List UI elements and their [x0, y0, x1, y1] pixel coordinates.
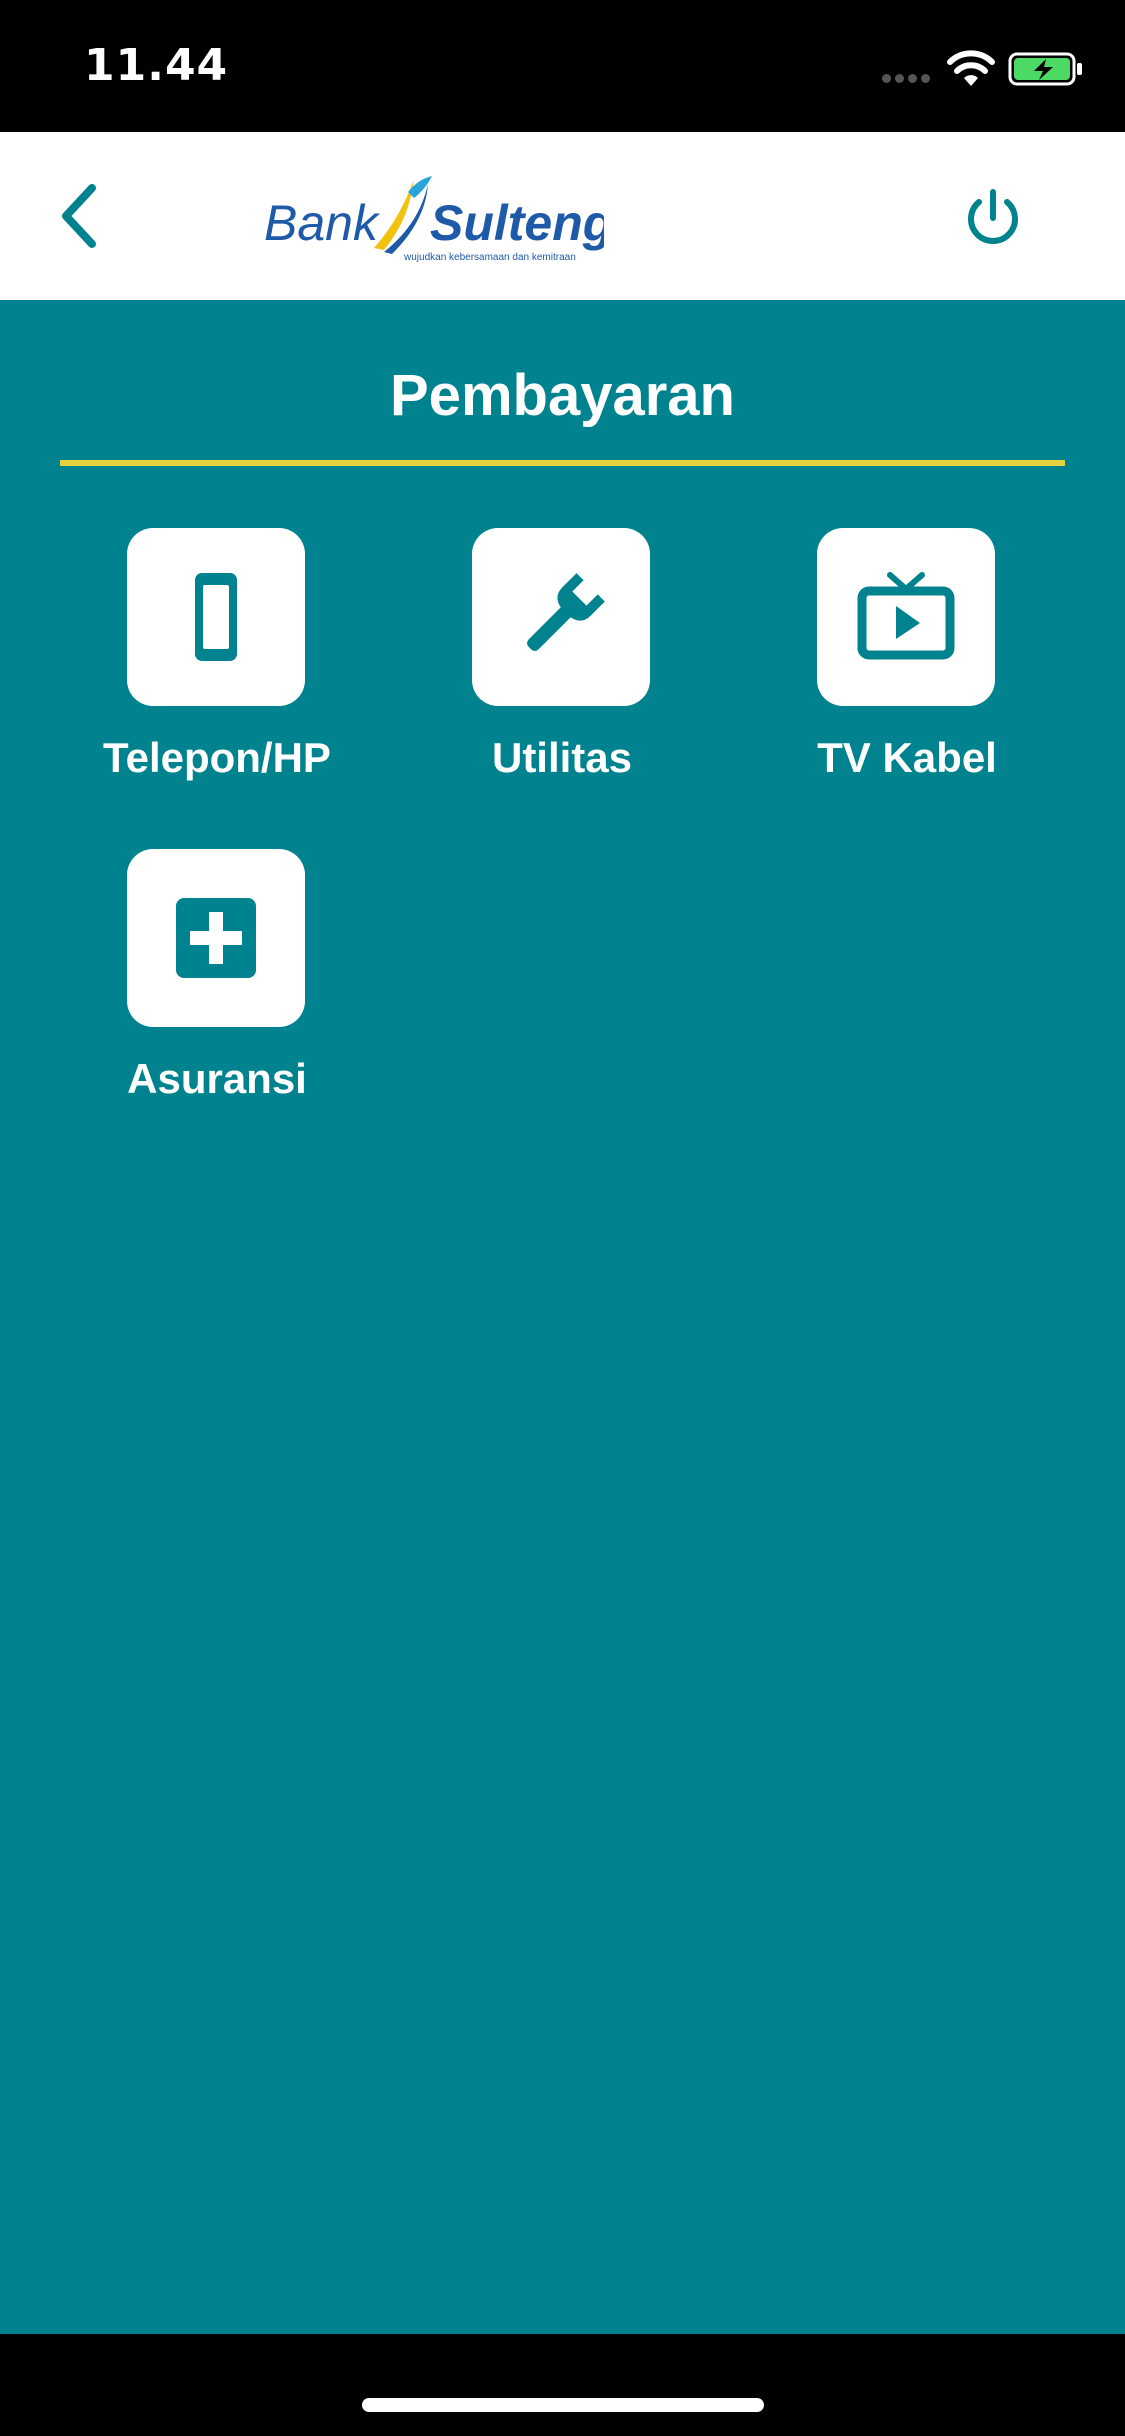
home-indicator[interactable] [362, 2398, 764, 2412]
medical-plus-icon [176, 898, 256, 978]
menu-tile[interactable] [127, 849, 305, 1027]
tv-icon [857, 572, 955, 660]
signal-dots-icon [882, 74, 932, 84]
menu-tile[interactable] [817, 528, 995, 706]
menu-tile[interactable] [127, 528, 305, 706]
menu-item-label: Utilitas [491, 734, 633, 781]
phone-icon [195, 573, 237, 661]
status-time: 11.44 [84, 40, 229, 91]
menu-tile[interactable] [472, 528, 650, 706]
menu-item-utilitas[interactable]: Utilitas [402, 528, 722, 818]
bank-sulteng-logo: Bank Sulteng wujudkan kebersamaan dan ke… [264, 176, 604, 262]
wifi-icon [947, 50, 995, 86]
svg-text:Sulteng: Sulteng [430, 195, 604, 251]
menu-item-label: Asuransi [127, 1055, 307, 1102]
status-bar: 11.44 [0, 0, 1125, 132]
menu-item-tv-kabel[interactable]: TV Kabel [747, 528, 1067, 818]
svg-text:Bank: Bank [264, 195, 381, 251]
menu-item-asuransi[interactable]: Asuransi [57, 849, 377, 1139]
wrench-icon [527, 573, 605, 651]
battery-charging-icon [1008, 52, 1082, 86]
title-underline [60, 460, 1065, 466]
menu-item-label: TV Kabel [817, 734, 997, 781]
back-button[interactable] [52, 176, 112, 256]
menu-item-label: Telepon/HP [103, 734, 331, 781]
svg-text:wujudkan kebersamaan dan kemit: wujudkan kebersamaan dan kemitraan [403, 252, 576, 262]
menu-item-telepon[interactable]: Telepon/HP [57, 528, 377, 818]
power-button[interactable] [958, 184, 1028, 254]
page-title: Pembayaran [390, 363, 735, 428]
bottom-bar [0, 2334, 1125, 2436]
